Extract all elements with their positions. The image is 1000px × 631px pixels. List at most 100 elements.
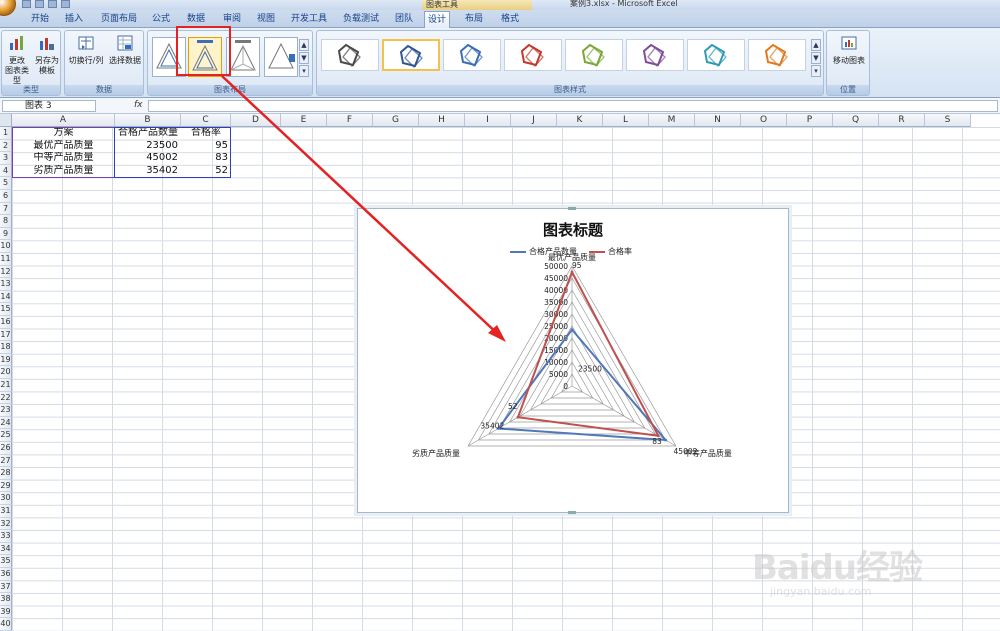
row-header-2[interactable]: 2 bbox=[0, 139, 12, 153]
row-header-32[interactable]: 32 bbox=[0, 517, 12, 531]
column-header-e[interactable]: E bbox=[281, 114, 327, 127]
row-header-30[interactable]: 30 bbox=[0, 492, 12, 505]
row-header-14[interactable]: 14 bbox=[0, 290, 12, 304]
tab-view[interactable]: 视图 bbox=[254, 11, 278, 28]
column-header-m[interactable]: M bbox=[649, 114, 695, 127]
row-header-37[interactable]: 37 bbox=[0, 580, 12, 594]
row-header-20[interactable]: 20 bbox=[0, 366, 12, 379]
column-header-i[interactable]: I bbox=[465, 114, 511, 127]
styles-scroll-up[interactable]: ▲ bbox=[811, 39, 821, 51]
tab-load-test[interactable]: 负载测试 bbox=[340, 11, 382, 28]
chart-style-3[interactable] bbox=[443, 39, 501, 71]
chart-layout-4[interactable] bbox=[264, 37, 298, 77]
cell-c1[interactable]: 合格率 bbox=[181, 127, 231, 140]
tab-layout[interactable]: 布局 bbox=[462, 11, 486, 28]
row-header-31[interactable]: 31 bbox=[0, 505, 12, 518]
row-header-5[interactable]: 5 bbox=[0, 177, 12, 190]
row-header-39[interactable]: 39 bbox=[0, 605, 12, 619]
row-header-26[interactable]: 26 bbox=[0, 442, 12, 455]
select-data-button[interactable]: 选择数据 bbox=[107, 35, 143, 66]
row-header-7[interactable]: 7 bbox=[0, 202, 12, 216]
cell-b4[interactable]: 35402 bbox=[115, 165, 181, 178]
chart-style-1[interactable] bbox=[321, 39, 379, 71]
switch-row-column-button[interactable]: 切换行/列 bbox=[67, 35, 105, 66]
move-chart-button[interactable]: 移动图表 bbox=[829, 35, 869, 66]
tab-formulas[interactable]: 公式 bbox=[149, 11, 173, 28]
row-header-21[interactable]: 21 bbox=[0, 379, 12, 392]
tab-page-layout[interactable]: 页面布局 bbox=[98, 11, 140, 28]
column-header-p[interactable]: P bbox=[787, 114, 833, 127]
layout-scroll-up[interactable]: ▲ bbox=[299, 39, 309, 51]
column-header-g[interactable]: G bbox=[373, 114, 419, 127]
cell-a2[interactable]: 最优产品质量 bbox=[12, 140, 115, 153]
redo-icon[interactable] bbox=[48, 0, 57, 8]
styles-scroll-down[interactable]: ▼ bbox=[811, 52, 821, 64]
row-header-8[interactable]: 8 bbox=[0, 215, 12, 228]
row-header-33[interactable]: 33 bbox=[0, 530, 12, 543]
chart-style-7[interactable] bbox=[687, 39, 745, 71]
row-header-40[interactable]: 40 bbox=[0, 618, 12, 631]
column-header-f[interactable]: F bbox=[327, 114, 373, 127]
column-header-l[interactable]: L bbox=[603, 114, 649, 127]
cell-a3[interactable]: 中等产品质量 bbox=[12, 152, 115, 165]
row-header-18[interactable]: 18 bbox=[0, 341, 12, 354]
change-chart-type-button[interactable]: 更改 图表类型 bbox=[4, 35, 30, 86]
row-header-11[interactable]: 11 bbox=[0, 253, 12, 266]
styles-more[interactable]: ▾ bbox=[811, 65, 821, 77]
cell-b2[interactable]: 23500 bbox=[115, 140, 181, 153]
tab-team[interactable]: 团队 bbox=[392, 11, 416, 28]
row-header-23[interactable]: 23 bbox=[0, 404, 12, 417]
select-all-corner[interactable] bbox=[0, 114, 12, 127]
row-header-38[interactable]: 38 bbox=[0, 593, 12, 606]
chart-style-2[interactable] bbox=[382, 39, 440, 71]
row-header-3[interactable]: 3 bbox=[0, 152, 12, 165]
row-header-15[interactable]: 15 bbox=[0, 303, 12, 316]
chart-style-8[interactable] bbox=[748, 39, 806, 71]
row-header-24[interactable]: 24 bbox=[0, 416, 12, 430]
cell-c4[interactable]: 52 bbox=[181, 165, 231, 178]
formula-input[interactable] bbox=[148, 100, 998, 112]
radar-chart[interactable]: 图表标题 合格产品数量 合格率 0 5000 10000 15000 20000 2500… bbox=[357, 207, 789, 514]
print-icon[interactable] bbox=[61, 0, 70, 8]
row-header-4[interactable]: 4 bbox=[0, 164, 12, 178]
cell-c3[interactable]: 83 bbox=[181, 152, 231, 165]
column-header-o[interactable]: O bbox=[741, 114, 787, 127]
fx-icon[interactable]: fx bbox=[134, 100, 143, 110]
tab-home[interactable]: 开始 bbox=[28, 11, 52, 28]
row-header-9[interactable]: 9 bbox=[0, 227, 12, 241]
column-header-n[interactable]: N bbox=[695, 114, 741, 127]
column-header-c[interactable]: C bbox=[181, 114, 231, 127]
cell-b3[interactable]: 45002 bbox=[115, 152, 181, 165]
column-header-s[interactable]: S bbox=[925, 114, 971, 127]
row-header-16[interactable]: 16 bbox=[0, 316, 12, 329]
row-header-12[interactable]: 12 bbox=[0, 265, 12, 279]
chart-style-6[interactable] bbox=[626, 39, 684, 71]
column-header-h[interactable]: H bbox=[419, 114, 465, 127]
name-box[interactable]: 图表 3 bbox=[2, 100, 96, 112]
layout-scroll-down[interactable]: ▼ bbox=[299, 52, 309, 64]
column-header-d[interactable]: D bbox=[231, 114, 281, 127]
column-header-j[interactable]: J bbox=[511, 114, 557, 127]
row-header-17[interactable]: 17 bbox=[0, 328, 12, 342]
layout-more[interactable]: ▾ bbox=[299, 65, 309, 77]
column-header-b[interactable]: B bbox=[115, 114, 181, 127]
column-header-a[interactable]: A bbox=[12, 114, 115, 127]
tab-insert[interactable]: 插入 bbox=[62, 11, 86, 28]
tab-developer[interactable]: 开发工具 bbox=[288, 11, 330, 28]
chart-style-4[interactable] bbox=[504, 39, 562, 71]
row-header-19[interactable]: 19 bbox=[0, 353, 12, 367]
row-header-1[interactable]: 1 bbox=[0, 127, 12, 140]
column-header-r[interactable]: R bbox=[879, 114, 925, 127]
tab-format[interactable]: 格式 bbox=[498, 11, 522, 28]
row-header-25[interactable]: 25 bbox=[0, 429, 12, 442]
row-header-35[interactable]: 35 bbox=[0, 555, 12, 568]
cell-a1[interactable]: 方案 bbox=[12, 127, 115, 140]
row-header-13[interactable]: 13 bbox=[0, 278, 12, 291]
row-header-34[interactable]: 34 bbox=[0, 542, 12, 556]
row-header-22[interactable]: 22 bbox=[0, 391, 12, 405]
cell-c2[interactable]: 95 bbox=[181, 140, 231, 153]
undo-icon[interactable] bbox=[35, 0, 44, 8]
row-header-36[interactable]: 36 bbox=[0, 568, 12, 581]
tab-design[interactable]: 设计 bbox=[424, 11, 451, 28]
cell-b1[interactable]: 合格产品数量 bbox=[115, 127, 181, 140]
